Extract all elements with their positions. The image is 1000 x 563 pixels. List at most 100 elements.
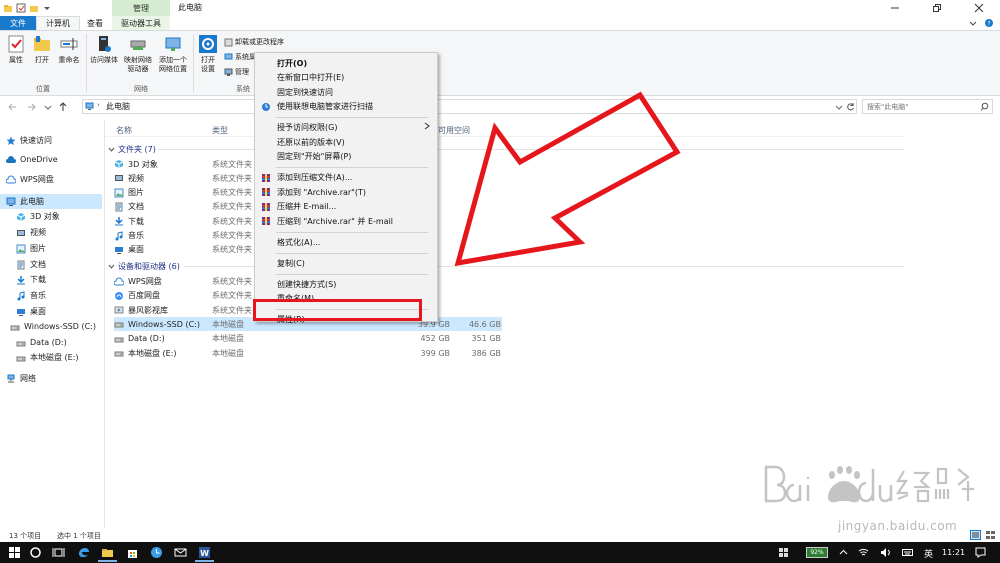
- sidebar-item-star-0[interactable]: 快速访问: [0, 133, 102, 148]
- task-view-button[interactable]: [52, 546, 65, 559]
- close-button[interactable]: [958, 0, 1000, 16]
- battery-indicator[interactable]: 92%: [806, 547, 828, 558]
- tab-file[interactable]: 文件: [0, 16, 36, 30]
- access-media-button[interactable]: 访问媒体: [88, 34, 120, 65]
- recent-locations-button[interactable]: [43, 101, 53, 113]
- maximize-button[interactable]: [916, 0, 958, 16]
- address-history-button[interactable]: [835, 103, 843, 111]
- network-location-icon: [163, 34, 183, 54]
- minimize-button[interactable]: [874, 0, 916, 16]
- sidebar-item-label: 下载: [30, 275, 46, 284]
- show-hidden-icons-button[interactable]: [838, 547, 849, 558]
- sidebar-item-music-9[interactable]: 音乐: [0, 288, 102, 303]
- menu-item-5[interactable]: 授予访问权限(G): [255, 121, 437, 135]
- annotation-arrow: [454, 91, 681, 267]
- list-item[interactable]: Data (D:) 本地磁盘 452 GB 351 GB: [114, 332, 502, 346]
- menu-item-10[interactable]: 添加到 "Archive.rar"(T): [255, 185, 437, 199]
- list-item[interactable]: 本地磁盘 (E:) 本地磁盘 399 GB 386 GB: [114, 346, 502, 360]
- sidebar-item-download-8[interactable]: 下载: [0, 272, 102, 287]
- winrar-icon: [261, 173, 271, 183]
- file-explorer-button[interactable]: [101, 546, 114, 559]
- store-button[interactable]: [126, 546, 139, 559]
- sidebar-item-drive-11[interactable]: Windows-SSD (C:): [0, 319, 102, 334]
- sidebar-item-drive-12[interactable]: Data (D:): [0, 335, 102, 350]
- sidebar-item-label: 图片: [30, 244, 46, 253]
- menu-item-3[interactable]: 使用联想电脑管家进行扫描: [255, 100, 437, 114]
- add-network-location-button[interactable]: 添加一个 网络位置: [156, 34, 190, 74]
- search-icon[interactable]: [980, 102, 989, 111]
- tray-app-icon[interactable]: [778, 547, 789, 558]
- properties-qat-icon[interactable]: [16, 3, 26, 13]
- up-button[interactable]: [58, 101, 68, 113]
- forward-button[interactable]: [26, 101, 36, 113]
- lenovo-manager-button[interactable]: [150, 546, 163, 559]
- menu-item-9[interactable]: 添加到压缩文件(A)...: [255, 171, 437, 185]
- sidebar-item-label: 桌面: [30, 307, 46, 316]
- sidebar-item-cube-4[interactable]: 3D 对象: [0, 209, 102, 224]
- edge-button[interactable]: [77, 546, 90, 559]
- tiles-view-button[interactable]: [985, 530, 996, 540]
- start-button[interactable]: [8, 546, 21, 559]
- properties-label: 属性: [9, 56, 23, 64]
- item-name: 下载: [128, 216, 144, 226]
- map-drive-label-1: 映射网络: [124, 56, 152, 64]
- mail-button[interactable]: [174, 546, 187, 559]
- menu-separator: [276, 231, 428, 233]
- breadcrumb-chevron-icon[interactable]: ›: [97, 101, 100, 109]
- tab-drive-tools[interactable]: 驱动器工具: [112, 16, 170, 30]
- menu-item-6[interactable]: 还原以前的版本(V): [255, 135, 437, 149]
- word-button[interactable]: W: [198, 546, 211, 559]
- ribbon-collapse-button[interactable]: [968, 18, 978, 28]
- sidebar-item-cloud-1[interactable]: OneDrive: [0, 152, 102, 167]
- refresh-button[interactable]: [846, 102, 855, 111]
- menu-item-18[interactable]: 创建快捷方式(S): [255, 277, 437, 291]
- volume-button[interactable]: [880, 547, 891, 558]
- menu-item-2[interactable]: 固定到快速访问: [255, 85, 437, 99]
- details-view-button[interactable]: [970, 530, 981, 540]
- map-network-drive-button[interactable]: 映射网络 驱动器: [121, 34, 155, 74]
- uninstall-programs-button[interactable]: 卸载或更改程序: [224, 37, 284, 47]
- sidebar-item-desktop-10[interactable]: 桌面: [0, 304, 102, 319]
- rename-button[interactable]: 重命名: [55, 34, 83, 65]
- drive-icon: [16, 353, 26, 363]
- tab-view[interactable]: 查看: [80, 16, 110, 30]
- sidebar-item-document-7[interactable]: 文档: [0, 257, 102, 272]
- column-header-type[interactable]: 类型: [212, 125, 228, 136]
- column-header-name[interactable]: 名称: [116, 125, 132, 136]
- wifi-button[interactable]: [858, 547, 869, 558]
- document-icon: [16, 260, 26, 270]
- keyboard-button[interactable]: [902, 547, 913, 558]
- sidebar-item-network-14[interactable]: 网络: [0, 371, 102, 386]
- sidebar-item-video-5[interactable]: 视频: [0, 225, 102, 240]
- gear-icon: [198, 34, 218, 54]
- manage-button[interactable]: 管理: [224, 67, 249, 77]
- taskbar-clock[interactable]: 11:21: [942, 548, 965, 557]
- breadcrumb-this-pc[interactable]: 此电脑: [106, 101, 130, 112]
- menu-item-11[interactable]: 压缩并 E-mail...: [255, 200, 437, 214]
- tab-computer[interactable]: 计算机: [36, 16, 80, 30]
- menu-item-0[interactable]: 打开(O): [255, 56, 437, 70]
- new-folder-qat-icon[interactable]: [29, 3, 39, 13]
- menu-item-12[interactable]: 压缩到 "Archive.rar" 并 E-mail: [255, 214, 437, 228]
- input-method-indicator[interactable]: 英: [924, 547, 933, 560]
- sidebar-item-drive-13[interactable]: 本地磁盘 (E:): [0, 350, 102, 365]
- sidebar-item-wps-cloud-2[interactable]: WPS网盘: [0, 172, 102, 187]
- sidebar-item-computer-3[interactable]: 此电脑: [0, 194, 102, 209]
- group-header-folders[interactable]: 文件夹 (7): [108, 144, 156, 155]
- search-button[interactable]: [29, 546, 42, 559]
- menu-item-label: 添加到 "Archive.rar"(T): [277, 187, 366, 197]
- sidebar-item-picture-6[interactable]: 图片: [0, 241, 102, 256]
- menu-item-14[interactable]: 格式化(A)...: [255, 235, 437, 249]
- menu-item-16[interactable]: 复制(C): [255, 256, 437, 270]
- properties-button[interactable]: 属性: [5, 34, 27, 65]
- pane-divider[interactable]: [104, 120, 105, 528]
- back-button[interactable]: [8, 101, 18, 113]
- open-button[interactable]: 打开: [31, 34, 53, 65]
- menu-item-7[interactable]: 固定到"开始"屏幕(P): [255, 150, 437, 164]
- customize-qat-icon[interactable]: [42, 3, 52, 13]
- group-header-devices[interactable]: 设备和驱动器 (6): [108, 261, 180, 272]
- open-settings-button[interactable]: 打开 设置: [196, 34, 220, 74]
- action-center-button[interactable]: [975, 547, 986, 558]
- menu-item-1[interactable]: 在新窗口中打开(E): [255, 71, 437, 85]
- help-button[interactable]: ?: [984, 18, 994, 28]
